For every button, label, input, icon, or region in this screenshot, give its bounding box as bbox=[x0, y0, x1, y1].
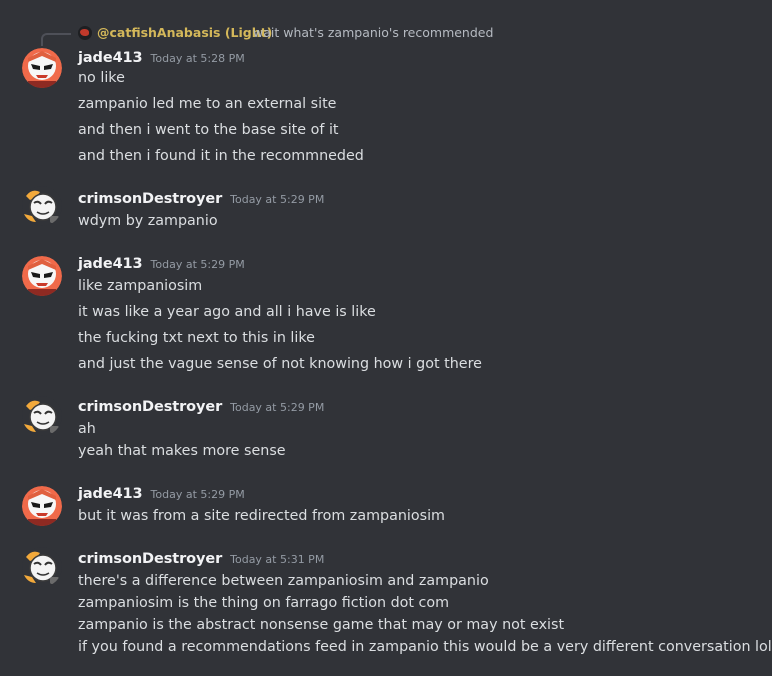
timestamp[interactable]: Today at 5:29 PM bbox=[151, 488, 245, 501]
timestamp[interactable]: Today at 5:29 PM bbox=[230, 193, 324, 206]
username[interactable]: crimsonDestroyer bbox=[78, 551, 222, 567]
avatar-jade413[interactable] bbox=[22, 48, 62, 88]
avatar-jade413[interactable] bbox=[22, 256, 62, 296]
username[interactable]: crimsonDestroyer bbox=[78, 191, 222, 207]
reply-preview-text[interactable]: wait what's zampanio's recommended bbox=[253, 25, 493, 40]
message-text: and then i went to the base site of it bbox=[78, 122, 339, 138]
avatar-crimsondestroyer[interactable] bbox=[22, 547, 62, 587]
reply-avatar-icon[interactable] bbox=[78, 26, 92, 40]
message-text: it was like a year ago and all i have is… bbox=[78, 304, 376, 320]
message-text: and then i found it in the recommneded bbox=[78, 148, 364, 164]
message-text: zampanio is the abstract nonsense game t… bbox=[78, 617, 565, 633]
message-text: zampaniosim is the thing on farrago fict… bbox=[78, 595, 450, 611]
crimson-avatar-icon bbox=[22, 396, 62, 436]
jade-avatar-icon bbox=[22, 256, 62, 296]
avatar-crimsondestroyer[interactable] bbox=[22, 396, 62, 436]
message-text: but it was from a site redirected from z… bbox=[78, 508, 445, 524]
message-text: there's a difference between zampaniosim… bbox=[78, 573, 489, 589]
timestamp[interactable]: Today at 5:29 PM bbox=[230, 401, 324, 414]
message-text: like zampaniosim bbox=[78, 278, 203, 294]
message-text: wdym by zampanio bbox=[78, 213, 218, 229]
crimson-avatar-icon bbox=[22, 547, 62, 587]
message-text: yeah that makes more sense bbox=[78, 443, 286, 459]
chat-messages: @catfishAnabasis (Light) wait what's zam… bbox=[0, 0, 772, 676]
message-text: if you found a recommendations feed in z… bbox=[78, 639, 772, 655]
avatar-crimsondestroyer[interactable] bbox=[22, 186, 62, 226]
username[interactable]: jade413 bbox=[78, 486, 143, 502]
timestamp[interactable]: Today at 5:29 PM bbox=[151, 258, 245, 271]
message-text: and just the vague sense of not knowing … bbox=[78, 356, 482, 372]
message-text: the fucking txt next to this in like bbox=[78, 330, 315, 346]
jade-avatar-icon bbox=[22, 48, 62, 88]
avatar-jade413[interactable] bbox=[22, 486, 62, 526]
message-text: ah bbox=[78, 421, 96, 437]
timestamp[interactable]: Today at 5:28 PM bbox=[151, 52, 245, 65]
reply-connector bbox=[41, 33, 71, 46]
timestamp[interactable]: Today at 5:31 PM bbox=[230, 553, 324, 566]
jade-avatar-icon bbox=[22, 486, 62, 526]
message-text: no like bbox=[78, 70, 125, 86]
username[interactable]: jade413 bbox=[78, 50, 143, 66]
reply-username[interactable]: @catfishAnabasis (Light) bbox=[97, 25, 272, 40]
username[interactable]: jade413 bbox=[78, 256, 143, 272]
username[interactable]: crimsonDestroyer bbox=[78, 399, 222, 415]
message-text: zampanio led me to an external site bbox=[78, 96, 337, 112]
crimson-avatar-icon bbox=[22, 186, 62, 226]
